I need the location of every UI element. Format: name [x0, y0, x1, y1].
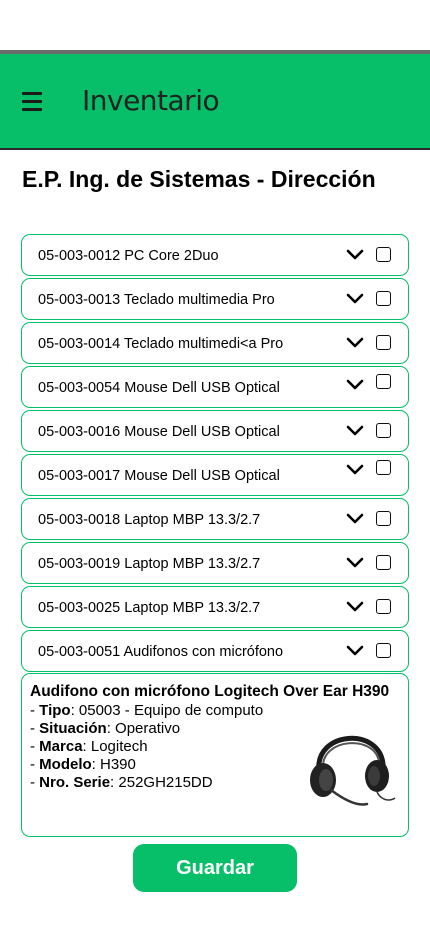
chevron-down-icon[interactable]	[346, 513, 364, 525]
item-label: 05-003-0018 Laptop MBP 13.3/2.7	[38, 512, 261, 528]
item-label: 05-003-0019 Laptop MBP 13.3/2.7	[38, 556, 261, 572]
item-checkbox[interactable]	[376, 335, 391, 350]
page-title: E.P. Ing. de Sistemas - Dirección	[22, 166, 376, 192]
item-label: 05-003-0025 Laptop MBP 13.3/2.7	[38, 600, 261, 616]
attr-value: : Operativo	[106, 720, 181, 737]
list-item[interactable]: 05-003-0014 Teclado multimedi<a Pro	[21, 322, 409, 364]
item-label: 05-003-0012 PC Core 2Duo	[38, 248, 219, 264]
attr-value: : H390	[91, 756, 136, 773]
hamburger-menu-icon[interactable]	[22, 92, 42, 112]
list-item[interactable]: 05-003-0025 Laptop MBP 13.3/2.7	[21, 586, 409, 628]
item-checkbox[interactable]	[376, 291, 391, 306]
chevron-down-icon[interactable]	[346, 425, 364, 437]
attr-key: Modelo	[39, 756, 92, 773]
app-title: Inventario	[82, 84, 220, 117]
chevron-down-icon[interactable]	[346, 557, 364, 569]
item-checkbox[interactable]	[376, 511, 391, 526]
app-bar: Inventario	[0, 54, 430, 150]
chevron-down-icon[interactable]	[346, 645, 364, 657]
attr-value: : 252GH215DD	[110, 774, 213, 791]
list-item[interactable]: 05-003-0012 PC Core 2Duo	[21, 234, 409, 276]
headset-product-image	[310, 736, 396, 806]
item-checkbox[interactable]	[376, 423, 391, 438]
list-item[interactable]: 05-003-0013 Teclado multimedia Pro	[21, 278, 409, 320]
attr-situacion: - Situación: Operativo	[30, 720, 181, 737]
list-item[interactable]: 05-003-0051 Audifonos con micrófono	[21, 630, 409, 672]
inventory-list: 05-003-0012 PC Core 2Duo 05-003-0013 Tec…	[21, 234, 409, 674]
item-checkbox[interactable]	[376, 643, 391, 658]
chevron-down-icon[interactable]	[346, 337, 364, 349]
item-label: 05-003-0016 Mouse Dell USB Optical	[38, 424, 280, 440]
chevron-down-icon[interactable]	[346, 601, 364, 613]
item-checkbox[interactable]	[376, 555, 391, 570]
item-checkbox[interactable]	[376, 599, 391, 614]
list-item[interactable]: 05-003-0054 Mouse Dell USB Optical	[21, 366, 409, 408]
list-item[interactable]: 05-003-0018 Laptop MBP 13.3/2.7	[21, 498, 409, 540]
detail-title: Audifono con micrófono Logitech Over Ear…	[30, 683, 390, 700]
item-checkbox[interactable]	[376, 374, 391, 389]
attr-value: : 05003 - Equipo de computo	[70, 702, 264, 719]
item-checkbox[interactable]	[376, 247, 391, 262]
item-detail-card: Audifono con micrófono Logitech Over Ear…	[21, 673, 409, 837]
attr-tipo: - Tipo: 05003 - Equipo de computo	[30, 702, 264, 719]
attr-marca: - Marca: Logitech	[30, 738, 148, 755]
attr-nro-serie: - Nro. Serie: 252GH215DD	[30, 774, 213, 791]
attr-modelo: - Modelo: H390	[30, 756, 136, 773]
chevron-down-icon[interactable]	[346, 464, 364, 476]
attr-key: Marca	[39, 738, 83, 755]
item-label: 05-003-0013 Teclado multimedia Pro	[38, 292, 275, 308]
item-label: 05-003-0051 Audifonos con micrófono	[38, 644, 284, 660]
item-checkbox[interactable]	[376, 460, 391, 475]
detail-attributes: - Tipo: 05003 - Equipo de computo - Situ…	[30, 702, 263, 792]
item-label: 05-003-0054 Mouse Dell USB Optical	[38, 380, 280, 396]
list-item[interactable]: 05-003-0016 Mouse Dell USB Optical	[21, 410, 409, 452]
attr-key: Nro. Serie	[39, 774, 111, 791]
attr-key: Tipo	[39, 702, 71, 719]
chevron-down-icon[interactable]	[346, 379, 364, 391]
attr-key: Situación	[39, 720, 107, 737]
item-label: 05-003-0014 Teclado multimedi<a Pro	[38, 336, 284, 352]
chevron-down-icon[interactable]	[346, 249, 364, 261]
item-label: 05-003-0017 Mouse Dell USB Optical	[38, 468, 280, 484]
attr-value: : Logitech	[82, 738, 148, 755]
list-item[interactable]: 05-003-0017 Mouse Dell USB Optical	[21, 454, 409, 496]
chevron-down-icon[interactable]	[346, 293, 364, 305]
save-button[interactable]: Guardar	[133, 844, 297, 892]
list-item[interactable]: 05-003-0019 Laptop MBP 13.3/2.7	[21, 542, 409, 584]
